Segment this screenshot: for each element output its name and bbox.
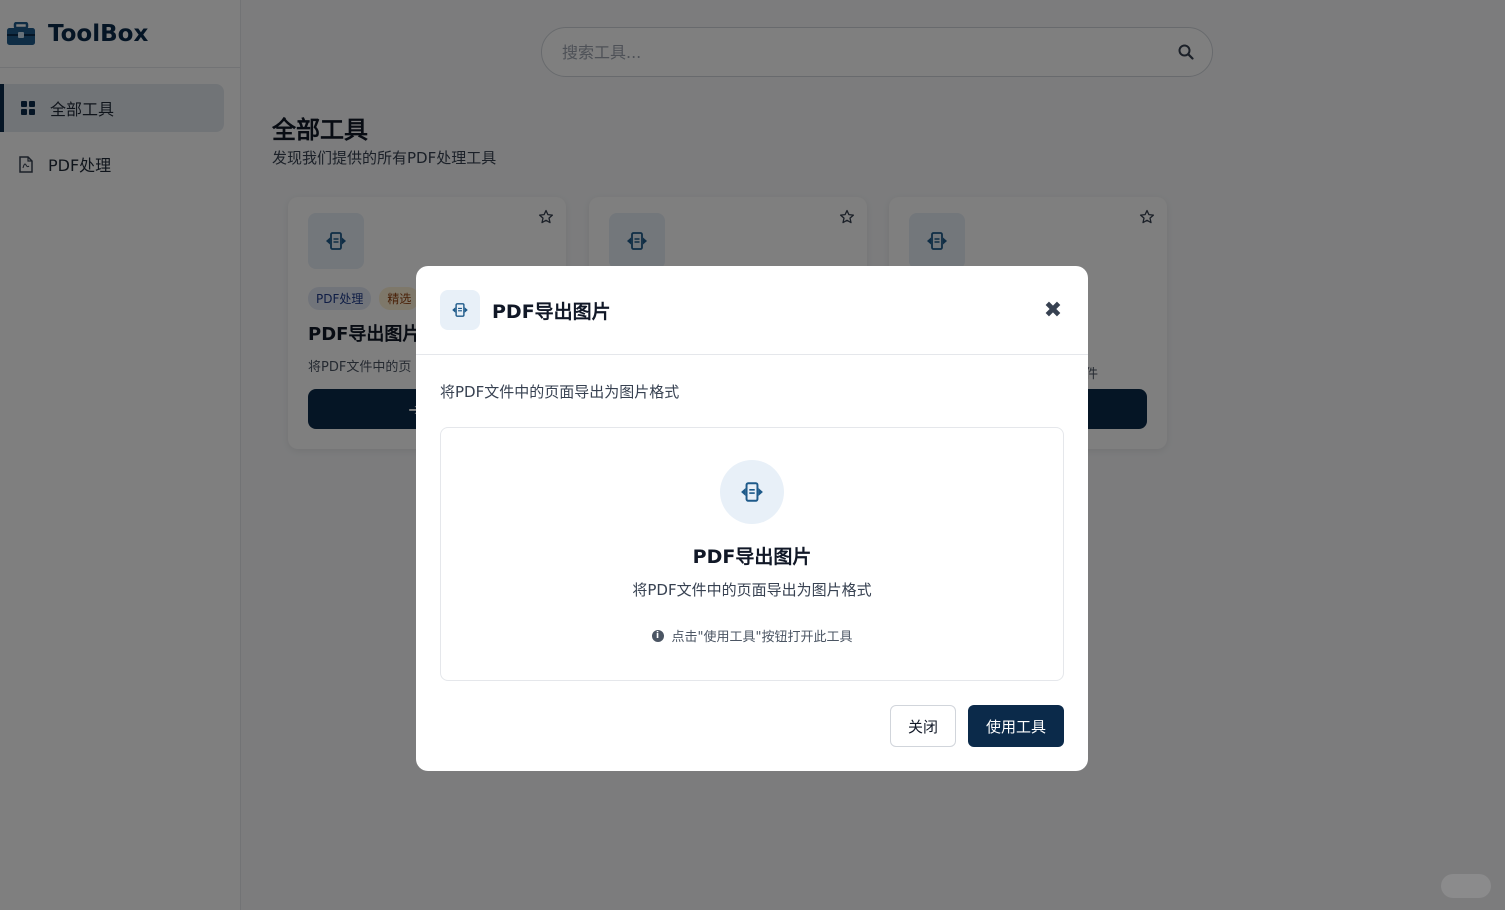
- preview-hint: i 点击"使用工具"按钮打开此工具: [441, 626, 1063, 645]
- file-export-icon: [440, 290, 480, 330]
- info-icon: i: [651, 629, 664, 642]
- preview-title: PDF导出图片: [692, 546, 812, 568]
- tool-modal: PDF导出图片 ✖ 将PDF文件中的页面导出为图片格式 PDF导出图片 将PDF…: [416, 266, 1088, 771]
- modal-description: 将PDF文件中的页面导出为图片格式: [440, 383, 680, 401]
- hint-text: 点击"使用工具"按钮打开此工具: [671, 630, 853, 645]
- close-icon[interactable]: ✖: [1042, 298, 1064, 323]
- modal-title: PDF导出图片: [492, 300, 611, 323]
- close-button[interactable]: 关闭: [890, 705, 956, 747]
- tool-preview: PDF导出图片 将PDF文件中的页面导出为图片格式 i 点击"使用工具"按钮打开…: [440, 427, 1064, 681]
- file-export-icon: [720, 460, 784, 524]
- watermark-logo: [1441, 874, 1491, 898]
- use-tool-button[interactable]: 使用工具: [968, 705, 1064, 747]
- preview-description: 将PDF文件中的页面导出为图片格式: [632, 581, 872, 599]
- modal-header: PDF导出图片 ✖: [416, 266, 1088, 355]
